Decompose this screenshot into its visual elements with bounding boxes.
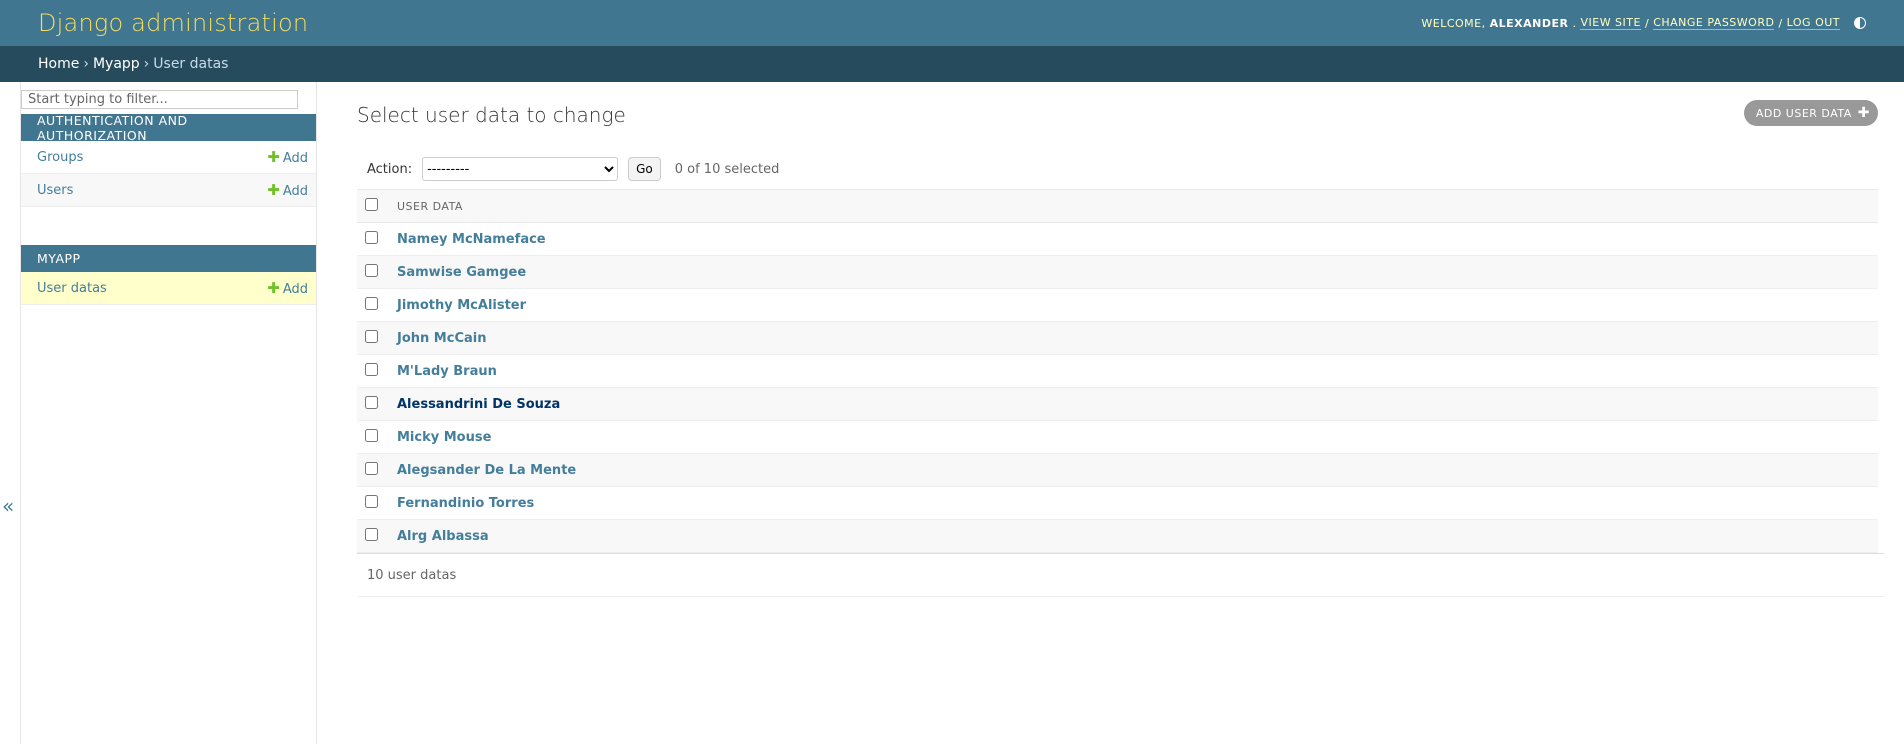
row-checkbox[interactable]	[365, 527, 378, 541]
row-checkbox[interactable]	[365, 395, 378, 409]
log-out-link[interactable]: LOG OUT	[1786, 16, 1840, 30]
change-password-link[interactable]: CHANGE PASSWORD	[1653, 16, 1775, 30]
plus-icon: ✚	[1857, 105, 1870, 121]
row-checkbox[interactable]	[365, 263, 378, 277]
add-users-link[interactable]: ✚ Add	[267, 181, 308, 199]
collapse-sidebar-icon[interactable]: «	[2, 494, 14, 518]
add-user-datas-link[interactable]: ✚ Add	[267, 279, 308, 297]
app-caption-auth[interactable]: AUTHENTICATION AND AUTHORIZATION	[21, 113, 316, 143]
breadcrumb-app[interactable]: Myapp	[93, 56, 140, 72]
go-button[interactable]: Go	[628, 157, 661, 181]
username: ALEXANDER	[1489, 16, 1569, 30]
action-select[interactable]: ---------	[422, 157, 619, 181]
sidebar-item-label[interactable]: Users	[37, 183, 73, 198]
table-row: Samwise Gamgee	[357, 255, 1878, 289]
row-checkbox[interactable]	[365, 494, 378, 508]
row-link[interactable]: Jimothy McAlister	[397, 298, 526, 313]
row-checkbox[interactable]	[365, 362, 378, 376]
sidebar-item-groups: Groups ✚ Add	[21, 141, 316, 174]
table-row: Alrg Albassa	[357, 519, 1878, 553]
row-link[interactable]: Fernandinio Torres	[397, 496, 534, 511]
breadcrumb-home[interactable]: Home	[38, 56, 79, 72]
plus-icon: ✚	[267, 181, 280, 199]
table-row: Namey McNameface	[357, 222, 1878, 256]
row-checkbox[interactable]	[365, 296, 378, 310]
add-user-data-button[interactable]: ADD USER DATA ✚	[1743, 100, 1878, 126]
row-link[interactable]: Samwise Gamgee	[397, 265, 526, 280]
site-brand[interactable]: Django administration	[38, 9, 308, 37]
row-link[interactable]: Alrg Albassa	[397, 529, 489, 544]
user-tools: WELCOME, ALEXANDER. VIEW SITE / CHANGE P…	[1421, 16, 1866, 30]
row-link[interactable]: John McCain	[397, 331, 486, 346]
row-checkbox[interactable]	[365, 461, 378, 475]
row-link[interactable]: M'Lady Braun	[397, 364, 497, 379]
plus-icon: ✚	[267, 279, 280, 297]
table-row: Alessandrini De Souza	[357, 387, 1878, 421]
breadcrumb-current: User datas	[153, 56, 229, 72]
row-link[interactable]: Micky Mouse	[397, 430, 491, 445]
select-all-checkbox[interactable]	[365, 198, 378, 211]
table-row: Micky Mouse	[357, 420, 1878, 454]
row-link[interactable]: Alegsander De La Mente	[397, 463, 576, 478]
theme-toggle-icon[interactable]	[1854, 17, 1866, 29]
sidebar-item-users: Users ✚ Add	[21, 174, 316, 207]
selected-counter: 0 of 10 selected	[674, 161, 780, 177]
main-area: « AUTHENTICATION AND AUTHORIZATION Group…	[0, 82, 1904, 744]
nav-filter-input[interactable]	[21, 90, 298, 109]
row-checkbox[interactable]	[365, 428, 378, 442]
page-title: Select user data to change	[357, 103, 626, 127]
sidebar-item-label[interactable]: User datas	[37, 281, 107, 296]
header: Django administration WELCOME, ALEXANDER…	[0, 0, 1904, 46]
row-link[interactable]: Namey McNameface	[397, 232, 546, 247]
breadcrumb: Home › Myapp › User datas	[0, 46, 1904, 82]
nav-sidebar: AUTHENTICATION AND AUTHORIZATION Groups …	[20, 82, 317, 744]
row-checkbox[interactable]	[365, 230, 378, 244]
row-link[interactable]: Alessandrini De Souza	[397, 397, 560, 412]
paginator: 10 user datas	[357, 553, 1884, 597]
add-groups-link[interactable]: ✚ Add	[267, 148, 308, 166]
breadcrumb-separator: ›	[143, 56, 150, 72]
table-row: Fernandinio Torres	[357, 486, 1878, 520]
results-table: USER DATA Namey McNameface Samwise Gamge…	[357, 189, 1878, 553]
content: Select user data to change ADD USER DATA…	[317, 82, 1904, 744]
table-row: Alegsander De La Mente	[357, 453, 1878, 487]
plus-icon: ✚	[267, 148, 280, 166]
welcome-text: WELCOME,	[1421, 16, 1486, 30]
sidebar-item-user-datas: User datas ✚ Add	[21, 272, 316, 305]
action-label: Action:	[367, 161, 413, 177]
separator: /	[1778, 16, 1783, 30]
actions-bar: Action: --------- Go 0 of 10 selected	[357, 149, 1878, 189]
view-site-link[interactable]: VIEW SITE	[1580, 16, 1641, 30]
row-checkbox[interactable]	[365, 329, 378, 343]
separator: /	[1644, 16, 1650, 30]
table-row: M'Lady Braun	[357, 354, 1878, 388]
column-header-user-data[interactable]: USER DATA	[389, 189, 1878, 223]
breadcrumb-separator: ›	[83, 56, 89, 72]
table-row: John McCain	[357, 321, 1878, 355]
table-row: Jimothy McAlister	[357, 288, 1878, 322]
app-caption-myapp[interactable]: MYAPP	[21, 245, 316, 272]
sidebar-item-label[interactable]: Groups	[37, 150, 83, 165]
